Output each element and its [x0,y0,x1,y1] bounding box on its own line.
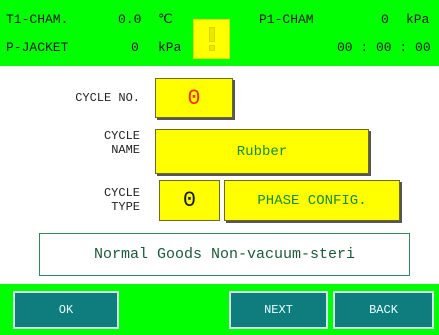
p-jacket-unit: kPa [158,40,182,55]
cycle-name-label-line2: NAME [111,143,140,157]
phase-config-label: PHASE CONFIG. [257,192,367,209]
next-button[interactable]: NEXT [229,291,328,329]
t1-cham-unit: ℃ [158,12,173,27]
cycle-no-label: CYCLE NO. [75,91,140,105]
t1-cham-value: 0.0 [118,12,142,27]
cycle-timer: 00 : 00 : 00 [337,40,431,55]
cycle-type-label-line2: TYPE [111,200,140,214]
p-jacket-label: P-JACKET [6,40,69,55]
cycle-setup-screen: T1-CHAM. 0.0 ℃ P-JACKET 0 kPa P1-CHAM 0 … [0,0,439,335]
back-button-label: BACK [369,303,398,317]
cycle-name-label-line1: CYCLE [103,129,140,143]
p-jacket-value: 0 [131,40,139,55]
cycle-description-text: Normal Goods Non-vacuum-steri [93,246,356,263]
cycle-no-value: 0 [187,85,201,111]
exclamation-icon [208,27,215,51]
cycle-type-label-line1: CYCLE [103,186,140,200]
cycle-type-label: CYCLE TYPE [60,186,140,214]
p1-cham-unit: kPa [406,12,430,27]
t1-cham-label: T1-CHAM. [6,12,69,27]
cycle-name-field[interactable]: Rubber [155,129,369,174]
phase-config-button[interactable]: PHASE CONFIG. [224,180,400,221]
cycle-no-field[interactable]: 0 [155,78,233,118]
cycle-type-field[interactable]: 0 [159,180,220,221]
ok-button-label: OK [58,303,74,317]
p1-cham-value: 0 [381,12,389,27]
ok-button[interactable]: OK [13,291,119,329]
p1-cham-label: P1-CHAM [259,12,314,27]
cycle-name-value: Rubber [236,143,288,160]
cycle-type-value: 0 [182,188,197,213]
next-button-label: NEXT [264,303,293,317]
back-button[interactable]: BACK [333,291,434,329]
cycle-description-box: Normal Goods Non-vacuum-steri [39,233,410,276]
cycle-name-label: CYCLE NAME [60,129,140,157]
alarm-button[interactable] [193,19,230,59]
status-bar: T1-CHAM. 0.0 ℃ P-JACKET 0 kPa P1-CHAM 0 … [0,0,439,66]
